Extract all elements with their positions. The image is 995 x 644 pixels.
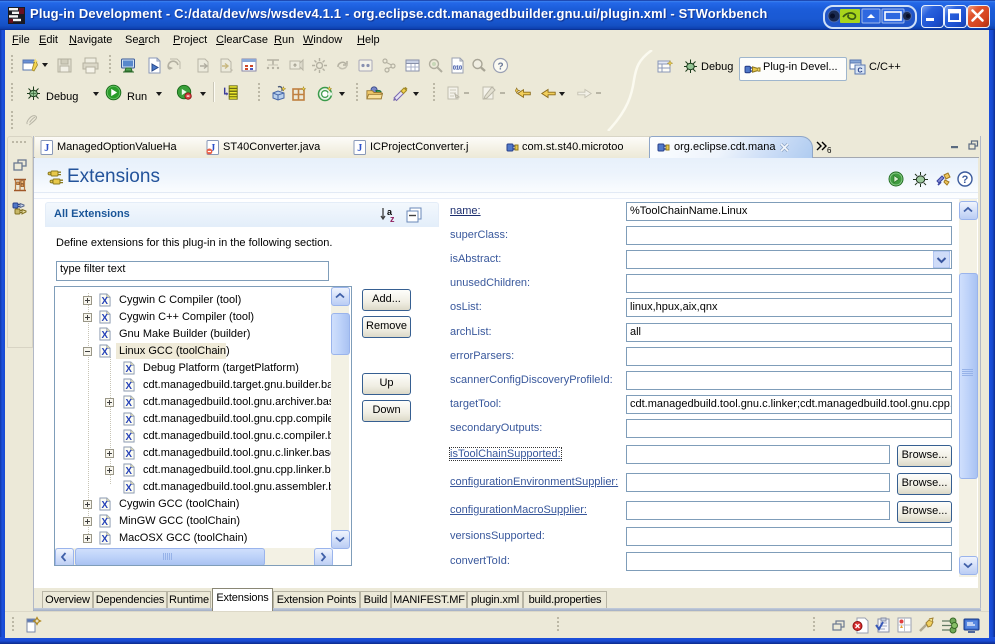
- svg-text:?: ?: [497, 62, 503, 73]
- svg-text:C: C: [857, 68, 862, 75]
- svg-text:6: 6: [827, 146, 832, 155]
- svg-text:J: J: [357, 143, 362, 154]
- svg-text:J: J: [44, 143, 49, 154]
- svg-text:?: ?: [962, 174, 969, 186]
- svg-text:010: 010: [453, 66, 462, 72]
